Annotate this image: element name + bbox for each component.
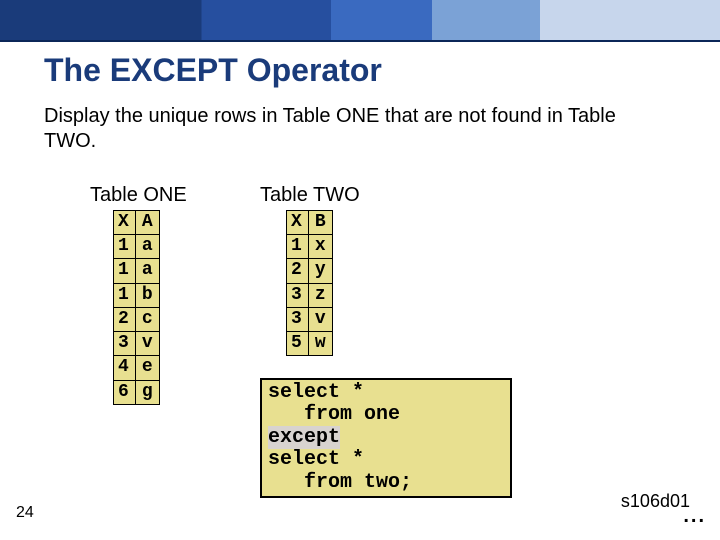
- sql-keyword-except: except: [268, 426, 340, 449]
- cell: y: [308, 259, 332, 283]
- table-row: 1b: [114, 283, 160, 307]
- cell: 1: [287, 235, 309, 259]
- table-row: 3z: [287, 283, 333, 307]
- cell: z: [308, 283, 332, 307]
- table-row: 1a: [114, 235, 160, 259]
- cell: 6: [114, 380, 136, 404]
- sql-code-box: select * from one except select * from t…: [260, 378, 512, 498]
- cell: A: [135, 211, 159, 235]
- table-one: XA 1a 1a 1b 2c 3v 4e 6g: [113, 210, 160, 405]
- ellipsis-icon: ...: [683, 505, 706, 528]
- cell: 2: [287, 259, 309, 283]
- table-row: 3v: [287, 307, 333, 331]
- cell: 4: [114, 356, 136, 380]
- slide: The EXCEPT Operator Display the unique r…: [0, 0, 720, 540]
- table-two-label: Table TWO: [260, 184, 360, 207]
- cell: e: [135, 356, 159, 380]
- table-one-label: Table ONE: [90, 184, 187, 207]
- sql-line: select *: [268, 381, 364, 404]
- cell: w: [308, 332, 332, 356]
- table-row: 1x: [287, 235, 333, 259]
- cell: 2: [114, 307, 136, 331]
- cell: b: [135, 283, 159, 307]
- slide-title: The EXCEPT Operator: [44, 52, 382, 89]
- cell: a: [135, 235, 159, 259]
- table-row: 3v: [114, 332, 160, 356]
- table-row: 1a: [114, 259, 160, 283]
- table-row: 2c: [114, 307, 160, 331]
- cell: v: [308, 307, 332, 331]
- table-row: 5w: [287, 332, 333, 356]
- table-row: XA: [114, 211, 160, 235]
- table-row: 6g: [114, 380, 160, 404]
- sql-line: from one: [268, 403, 400, 426]
- cell: c: [135, 307, 159, 331]
- cell: 1: [114, 259, 136, 283]
- cell: 1: [114, 235, 136, 259]
- table-row: 2y: [287, 259, 333, 283]
- cell: X: [114, 211, 136, 235]
- cell: x: [308, 235, 332, 259]
- sql-line: select *: [268, 448, 364, 471]
- header-banner: [0, 0, 720, 42]
- cell: a: [135, 259, 159, 283]
- slide-description: Display the unique rows in Table ONE tha…: [44, 104, 660, 154]
- table-row: XB: [287, 211, 333, 235]
- cell: 5: [287, 332, 309, 356]
- cell: 3: [287, 283, 309, 307]
- cell: 3: [114, 332, 136, 356]
- table-two: XB 1x 2y 3z 3v 5w: [286, 210, 333, 356]
- cell: g: [135, 380, 159, 404]
- cell: v: [135, 332, 159, 356]
- slide-id: s106d01: [621, 491, 690, 512]
- table-row: 4e: [114, 356, 160, 380]
- sql-line: from two;: [268, 471, 412, 494]
- cell: 1: [114, 283, 136, 307]
- cell: B: [308, 211, 332, 235]
- cell: X: [287, 211, 309, 235]
- page-number: 24: [16, 504, 34, 522]
- cell: 3: [287, 307, 309, 331]
